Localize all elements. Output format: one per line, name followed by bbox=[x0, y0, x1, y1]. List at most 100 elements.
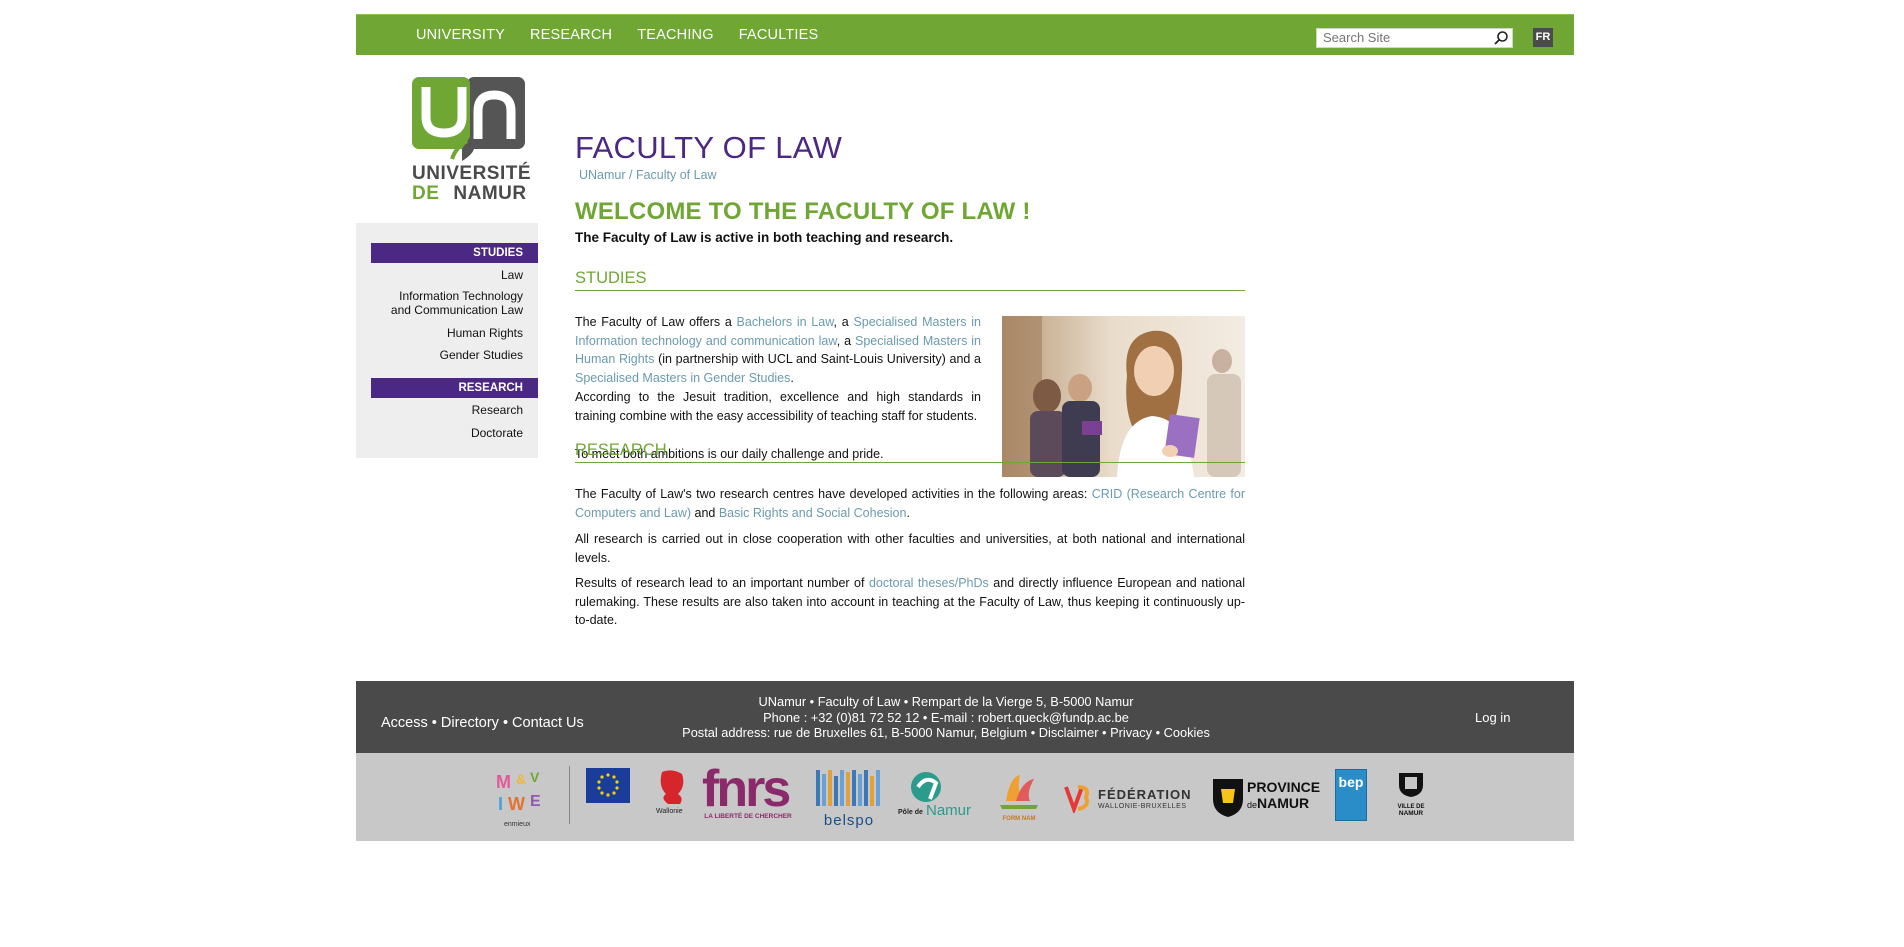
svg-text:I: I bbox=[498, 794, 503, 814]
belspo-logo[interactable]: belspo bbox=[814, 768, 884, 829]
sidebar-item-it-law-line1[interactable]: Information Technology bbox=[373, 289, 523, 303]
logo-text-line2: DE NAMUR bbox=[412, 183, 527, 205]
top-nav-bar: UNIVERSITY RESEARCH TEACHING FACULTIES F… bbox=[356, 14, 1574, 55]
belspo-text: belspo bbox=[823, 812, 875, 829]
login-link[interactable]: Log in bbox=[1475, 710, 1510, 725]
text: (in partnership with UCL and Saint-Louis… bbox=[654, 352, 981, 366]
research-heading: RESEARCH bbox=[575, 440, 1245, 463]
footer-links: Access • Directory • Contact Us bbox=[381, 715, 584, 731]
link-bachelors-law[interactable]: Bachelors in Law bbox=[737, 315, 834, 329]
search-input[interactable] bbox=[1317, 29, 1499, 46]
language-switch[interactable]: FR bbox=[1533, 28, 1553, 47]
search-icon[interactable] bbox=[1493, 30, 1509, 46]
province-line-2: deNAMUR bbox=[1247, 795, 1309, 811]
text: and bbox=[691, 505, 719, 520]
studies-heading: STUDIES bbox=[575, 268, 1245, 291]
enmieux-logo[interactable]: M & V I W E enmieux bbox=[494, 766, 550, 828]
fnrs-tagline: LA LIBERTÉ DE CHERCHER bbox=[704, 813, 792, 820]
eu-caption bbox=[586, 808, 656, 822]
text: , a bbox=[833, 315, 854, 329]
footer: Access • Directory • Contact Us UNamur •… bbox=[356, 681, 1574, 753]
svg-text:&: & bbox=[516, 771, 526, 787]
logo-mark bbox=[412, 77, 525, 161]
sidebar-item-it-law-line2[interactable]: and Communication Law bbox=[373, 303, 523, 317]
ville-namur-logo[interactable]: VILLE DE NAMUR bbox=[1393, 769, 1429, 823]
province-de: de bbox=[1247, 800, 1258, 810]
text: The Faculty of Law's two research centre… bbox=[575, 487, 1092, 501]
separator: • bbox=[502, 715, 513, 731]
footer-contact-link[interactable]: Contact Us bbox=[512, 715, 584, 731]
nav-university[interactable]: UNIVERSITY bbox=[416, 27, 505, 43]
logo-text-namur: NAMUR bbox=[453, 183, 527, 204]
footer-privacy-link[interactable]: Privacy bbox=[1110, 725, 1152, 740]
sidebar-item-gender-studies[interactable]: Gender Studies bbox=[373, 348, 523, 362]
province-namur-logo[interactable]: PROVINCE deNAMUR bbox=[1211, 777, 1321, 821]
federation-text-2: WALLONIE-BRUXELLES bbox=[1098, 803, 1187, 810]
sidebar-item-research[interactable]: Research bbox=[373, 403, 523, 417]
svg-text:W: W bbox=[508, 794, 525, 814]
svg-text:E: E bbox=[530, 793, 541, 810]
nav-teaching[interactable]: TEACHING bbox=[637, 27, 714, 43]
text: Results of research lead to an important… bbox=[575, 576, 869, 590]
fnrs-wordmark: fnrs bbox=[702, 760, 791, 818]
partner-logos: M & V I W E enmieux Wallonie fnrs LA LIB… bbox=[356, 753, 1574, 841]
wallonie-text: Wallonie bbox=[656, 808, 683, 815]
logo-text-line1: UNIVERSITÉ bbox=[412, 163, 532, 184]
wallonie-logo[interactable]: Wallonie bbox=[654, 768, 690, 816]
enmieux-text: enmieux bbox=[504, 821, 531, 828]
intro-text: The Faculty of Law is active in both tea… bbox=[575, 230, 954, 245]
sidebar-header-studies[interactable]: STUDIES bbox=[371, 243, 538, 263]
footer-cookies-link[interactable]: Cookies bbox=[1164, 725, 1210, 740]
footer-address-line1: UNamur • Faculty of Law • Rempart de la … bbox=[758, 694, 1134, 709]
sidebar-item-law[interactable]: Law bbox=[373, 268, 523, 282]
footer-disclaimer-link[interactable]: Disclaimer bbox=[1039, 725, 1099, 740]
footer-address-line2: Phone : +32 (0)81 72 52 12 • E-mail : ro… bbox=[763, 709, 1129, 725]
breadcrumb[interactable]: UNamur / Faculty of Law bbox=[579, 168, 717, 182]
pole-text-a: Pôle de bbox=[898, 809, 923, 816]
divider bbox=[569, 766, 570, 824]
studies-paragraph-1: The Faculty of Law offers a Bachelors in… bbox=[575, 313, 981, 387]
pole-text-b: Namur bbox=[926, 802, 972, 819]
main-nav: UNIVERSITY RESEARCH TEACHING FACULTIES bbox=[416, 15, 843, 55]
bep-logo[interactable]: bep bbox=[1335, 769, 1367, 821]
svg-text:M: M bbox=[496, 772, 511, 792]
text: Postal address: rue de Bruxelles 61, B-5… bbox=[682, 725, 1039, 740]
link-masters-gender-studies[interactable]: Specialised Masters in Gender Studies bbox=[575, 371, 790, 385]
research-paragraph-3: Results of research lead to an important… bbox=[575, 574, 1245, 630]
footer-directory-link[interactable]: Directory bbox=[441, 715, 499, 731]
logo-text-de: DE bbox=[412, 183, 440, 204]
text: . bbox=[790, 370, 794, 385]
sidebar-header-research[interactable]: RESEARCH bbox=[371, 378, 538, 398]
bep-text: bep bbox=[1338, 774, 1364, 790]
search-box bbox=[1316, 28, 1513, 48]
link-basic-rights[interactable]: Basic Rights and Social Cohesion bbox=[719, 506, 907, 520]
fnrs-logo[interactable]: fnrs LA LIBERTÉ DE CHERCHER bbox=[702, 760, 794, 827]
text: , a bbox=[836, 333, 856, 348]
footer-address: UNamur • Faculty of Law • Rempart de la … bbox=[636, 694, 1256, 741]
province-text-2: NAMUR bbox=[1257, 795, 1310, 811]
text: . bbox=[906, 505, 910, 520]
research-paragraph-2: All research is carried out in close coo… bbox=[575, 532, 1245, 565]
nav-faculties[interactable]: FACULTIES bbox=[739, 27, 819, 43]
federation-text-1: FÉDÉRATION bbox=[1098, 787, 1192, 802]
welcome-heading: WELCOME TO THE FACULTY OF LAW ! bbox=[575, 198, 1031, 225]
studies-paragraph-2: According to the Jesuit tradition, excel… bbox=[575, 390, 981, 423]
pole-namur-logo[interactable]: Pôle de Namur bbox=[896, 769, 978, 827]
ville-text-2: NAMUR bbox=[1398, 810, 1424, 817]
text: The Faculty of Law offers a bbox=[575, 315, 737, 329]
forem-logo[interactable]: FORM NAM bbox=[996, 771, 1042, 822]
university-logo[interactable]: UNIVERSITÉ DE NAMUR bbox=[412, 77, 531, 207]
federation-wb-logo[interactable]: FÉDÉRATION WALLONIE-BRUXELLES bbox=[1062, 783, 1191, 817]
footer-access-link[interactable]: Access bbox=[381, 715, 428, 731]
footer-address-line3: Postal address: rue de Bruxelles 61, B-5… bbox=[682, 725, 1210, 740]
province-text-1: PROVINCE bbox=[1247, 779, 1321, 795]
forem-text: FORM NAM bbox=[1002, 816, 1036, 822]
sidebar-item-doctorate[interactable]: Doctorate bbox=[373, 426, 523, 440]
eu-flag-logo[interactable] bbox=[586, 768, 630, 803]
nav-research[interactable]: RESEARCH bbox=[530, 27, 612, 43]
link-doctoral-theses[interactable]: doctoral theses/PhDs bbox=[869, 576, 989, 590]
sidebar-item-human-rights[interactable]: Human Rights bbox=[373, 326, 523, 340]
page-title: FACULTY OF LAW bbox=[575, 130, 843, 165]
research-paragraph-1: The Faculty of Law's two research centre… bbox=[575, 485, 1245, 522]
sidebar: STUDIES Law Information Technology and C… bbox=[356, 223, 538, 458]
